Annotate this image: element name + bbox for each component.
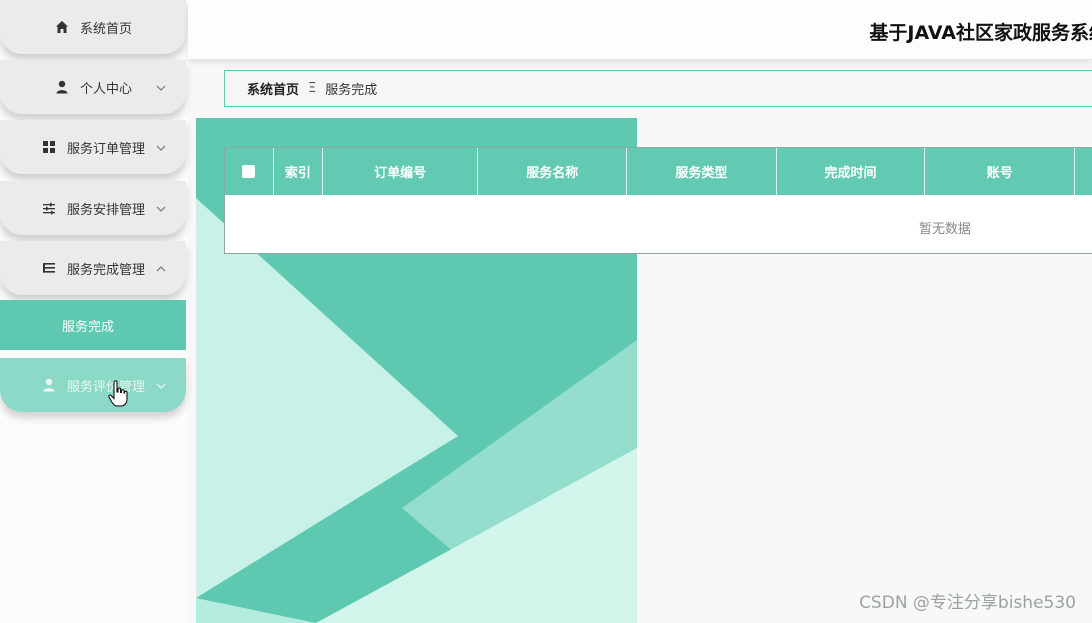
column-header[interactable]: 订单编号 [323, 148, 479, 195]
sliders-icon [41, 200, 57, 216]
table-header-row: 索引 订单编号 服务名称 服务类型 完成时间 账号 [225, 148, 1092, 195]
submenu-item-label: 服务完成 [62, 319, 115, 335]
sidebar-item-label: 服务订单管理 [66, 141, 145, 157]
chevron-down-icon [156, 201, 166, 216]
chevron-up-icon [156, 261, 166, 276]
watermark-text: CSDN @专注分享bishe530 [859, 593, 1076, 613]
empty-state-text: 暂无数据 [919, 222, 972, 237]
sidebar-item-orders[interactable]: 服务订单管理 [0, 120, 186, 174]
sidebar-item-profile[interactable]: 个人中心 [0, 60, 186, 114]
submenu-item-service-complete[interactable]: 服务完成 [0, 300, 186, 350]
sidebar: 系统首页 个人中心 服务订单管理 服务安排管理 服务完成管理 服务完成 服务评价… [0, 0, 188, 623]
column-header[interactable]: 索引 [274, 148, 323, 195]
sidebar-item-label: 个人中心 [79, 81, 132, 97]
list-icon [41, 260, 57, 276]
breadcrumb-home-link[interactable]: 系统首页 [247, 79, 299, 98]
home-icon [54, 19, 70, 35]
chevron-down-icon [156, 80, 166, 95]
sidebar-item-label: 服务完成管理 [66, 262, 145, 278]
sidebar-item-arrangement[interactable]: 服务安排管理 [0, 181, 186, 235]
chevron-down-icon [156, 140, 166, 155]
column-header[interactable]: 账号 [925, 148, 1076, 195]
breadcrumb-current: 服务完成 [325, 83, 378, 98]
hand-cursor-icon [108, 380, 128, 412]
sidebar-item-home[interactable]: 系统首页 [0, 0, 186, 54]
chevron-down-icon [156, 378, 166, 393]
column-header[interactable]: 服务名称 [478, 148, 628, 195]
top-header: 基于JAVA社区家政服务系统 [188, 0, 1092, 60]
column-header[interactable]: 完成时间 [777, 148, 926, 195]
sidebar-item-completion[interactable]: 服务完成管理 [0, 241, 186, 295]
user-icon [41, 377, 57, 393]
select-all-checkbox[interactable] [242, 165, 256, 178]
sidebar-item-evaluation[interactable]: 服务评价管理 [0, 358, 186, 412]
grid-icon [41, 139, 57, 155]
breadcrumb-separator-icon: Ξ [308, 81, 317, 96]
breadcrumb: 系统首页 Ξ 服务完成 [224, 70, 1092, 107]
column-header[interactable]: 服务类型 [627, 148, 777, 195]
page-title: 基于JAVA社区家政服务系统 [869, 22, 1092, 44]
sidebar-item-label: 系统首页 [79, 21, 132, 37]
sidebar-item-label: 服务评价管理 [66, 379, 145, 395]
select-all-checkbox-cell[interactable] [225, 148, 274, 195]
data-table: 索引 订单编号 服务名称 服务类型 完成时间 账号 暂无数据 [224, 147, 1092, 254]
user-icon [54, 79, 70, 95]
sidebar-item-label: 服务安排管理 [66, 202, 145, 218]
column-header-overflow [1075, 148, 1092, 195]
